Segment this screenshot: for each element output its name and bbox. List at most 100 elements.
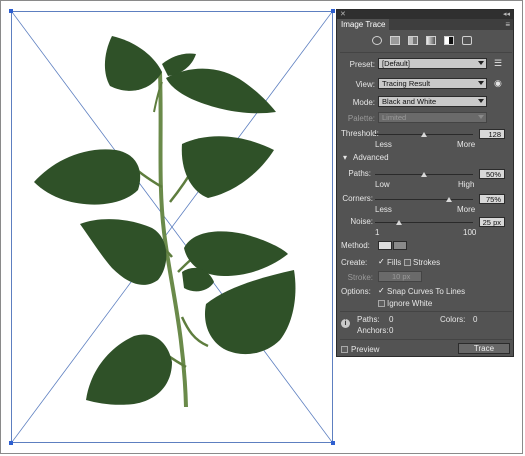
preset-icon-row (337, 34, 513, 48)
placed-image-plant[interactable] (12, 12, 332, 442)
paths-slider-knob[interactable] (421, 172, 427, 177)
branch-stem (180, 316, 209, 348)
mode-dropdown[interactable]: Black and White (378, 96, 487, 107)
palette-label: Palette: (347, 114, 375, 123)
selection-handle[interactable] (331, 441, 335, 445)
advanced-section-label[interactable]: Advanced (353, 153, 389, 162)
corners-slider[interactable] (375, 197, 473, 202)
leaf-right-lower (204, 270, 296, 355)
corners-input[interactable]: 75% (479, 194, 505, 204)
noise-slider-knob[interactable] (395, 220, 402, 225)
stroke-label: Stroke: (347, 273, 373, 282)
stats-colors-value: 0 (473, 315, 478, 324)
leaf-left-middle (80, 219, 167, 285)
trace-button[interactable]: Trace (458, 343, 510, 354)
corners-min-label: Less (375, 205, 392, 214)
threshold-input[interactable]: 128 (479, 129, 505, 139)
threshold-slider[interactable] (375, 132, 473, 137)
threshold-slider-knob[interactable] (421, 132, 427, 137)
palette-dropdown: Limited (378, 112, 487, 123)
low-color-icon[interactable] (408, 36, 418, 45)
mode-value: Black and White (382, 97, 437, 106)
preset-value: [Default] (382, 59, 410, 68)
stats-anchors-value: 0 (389, 326, 394, 335)
selection-handle[interactable] (9, 441, 13, 445)
snap-curves-label: Snap Curves To Lines (387, 287, 466, 296)
paths-min-label: Low (375, 180, 390, 189)
stats-paths-value: 0 (389, 315, 394, 324)
view-dropdown[interactable]: Tracing Result (378, 78, 487, 89)
noise-max-label: 100 (463, 228, 477, 237)
leaf-top-right (166, 68, 276, 114)
corners-label: Corners: (342, 194, 373, 203)
auto-color-icon[interactable] (372, 36, 382, 45)
view-value: Tracing Result (382, 79, 431, 88)
chevron-down-icon (478, 81, 484, 85)
stats-anchors-label: Anchors: (357, 326, 389, 335)
selection-handle[interactable] (9, 9, 13, 13)
preset-dropdown[interactable]: [Default] (378, 58, 487, 69)
leaf-bottom-left (86, 334, 172, 405)
view-label: View: (355, 80, 375, 89)
threshold-max-label: More (457, 140, 476, 149)
leaf-right-upper (181, 136, 274, 198)
paths-max-label: High (458, 180, 475, 189)
noise-slider[interactable] (375, 220, 473, 225)
threshold-label: Threshold: (341, 129, 379, 138)
preset-label: Preset: (349, 60, 375, 69)
snap-curves-checkbox[interactable]: ✓ (378, 287, 385, 295)
method-buttons (378, 241, 408, 250)
fills-checkbox[interactable]: ✓ (378, 258, 385, 266)
high-color-icon[interactable] (390, 36, 400, 45)
corners-max-label: More (457, 205, 476, 214)
panel-tab-row: Image Trace ≡ (337, 19, 513, 30)
method-abutting-button[interactable] (378, 241, 392, 250)
noise-min-label: 1 (375, 228, 380, 237)
paths-label: Paths: (348, 169, 371, 178)
panel-menu-icon[interactable]: ≡ (505, 19, 510, 30)
threshold-min-label: Less (375, 140, 392, 149)
create-label: Create: (341, 258, 368, 267)
selection-handle[interactable] (331, 9, 335, 13)
palette-value: Limited (382, 113, 407, 122)
options-label: Options: (341, 287, 371, 296)
info-icon: i (341, 319, 350, 328)
ignore-white-label: Ignore White (387, 299, 433, 308)
strokes-label: Strokes (413, 258, 441, 267)
chevron-down-icon (478, 115, 484, 119)
close-icon[interactable]: ✕ (340, 10, 346, 19)
method-overlapping-button[interactable] (393, 241, 407, 250)
divider (340, 339, 512, 340)
stroke-value: 10 px (392, 272, 411, 281)
chevron-down-icon (478, 99, 484, 103)
panel-titlebar[interactable]: ✕ ◂◂ (337, 10, 513, 19)
mode-label: Mode: (352, 98, 375, 107)
stats-colors-label: Colors: (440, 315, 466, 324)
eye-icon[interactable]: ◉ (494, 78, 502, 89)
fills-label: Fills (387, 258, 402, 267)
advanced-toggle-icon[interactable]: ▾ (343, 153, 347, 162)
method-label: Method: (341, 241, 370, 250)
noise-label: Noise: (350, 217, 373, 226)
grayscale-icon[interactable] (426, 36, 436, 45)
leaf-top-left (104, 36, 162, 91)
strokes-checkbox[interactable] (404, 259, 411, 266)
noise-input[interactable]: 25 px (479, 217, 505, 227)
artboard[interactable] (9, 9, 335, 445)
divider (340, 311, 512, 312)
tab-image-trace[interactable]: Image Trace (337, 19, 390, 30)
chevron-down-icon (478, 61, 484, 65)
stroke-input: 10 px (378, 271, 422, 282)
image-trace-panel: ✕ ◂◂ Image Trace ≡ Preset: [Default] ☰ V… (336, 9, 514, 357)
black-and-white-icon[interactable] (444, 36, 454, 45)
collapse-icon[interactable]: ◂◂ (503, 10, 510, 19)
preview-checkbox[interactable] (341, 346, 348, 353)
paths-slider[interactable] (375, 172, 473, 177)
paths-input[interactable]: 50% (479, 169, 505, 179)
corners-slider-knob[interactable] (445, 197, 452, 202)
divider (340, 52, 512, 53)
stats-paths-label: Paths: (357, 315, 380, 324)
ignore-white-checkbox[interactable] (378, 300, 385, 307)
preset-list-icon[interactable]: ☰ (494, 58, 502, 69)
outline-icon[interactable] (462, 36, 472, 45)
